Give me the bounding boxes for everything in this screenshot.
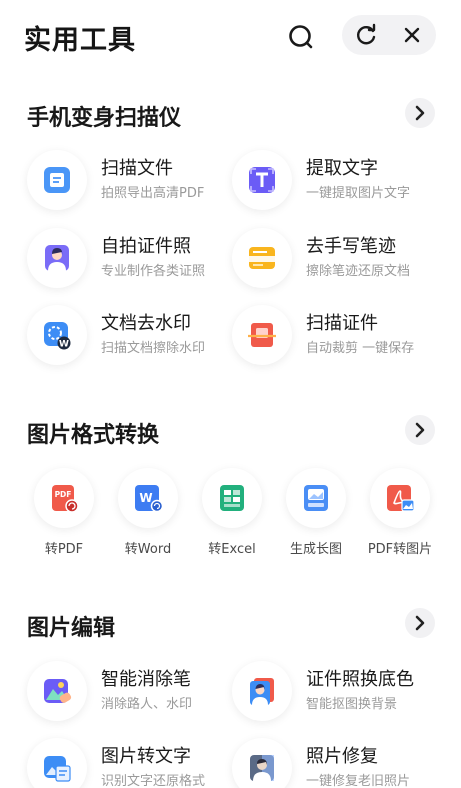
tool-id-photo[interactable]: 自拍证件照 专业制作各类证照: [27, 228, 232, 292]
section-scan-header: 手机变身扫描仪: [0, 94, 461, 134]
tool-desc: 识别文字还原格式: [101, 774, 206, 788]
section-title: 图片格式转换: [27, 423, 160, 448]
tool-background-change[interactable]: 证件照换底色 智能抠图换背景: [232, 661, 437, 725]
tool-name: 提取文字: [306, 158, 378, 179]
excel-icon: [220, 485, 244, 511]
tool-desc: 扫描文档擦除水印: [101, 341, 206, 356]
tool-desc: 一键提取图片文字: [306, 186, 411, 201]
tool-name: 自拍证件照: [101, 236, 191, 257]
refresh-button[interactable]: [344, 15, 390, 55]
id-photo-icon: [45, 245, 69, 271]
refresh-icon: [357, 23, 376, 45]
long-image-icon: [304, 485, 328, 511]
section-edit-header: 图片编辑: [0, 604, 461, 644]
tool-name: 证件照换底色: [306, 669, 414, 690]
section-convert-header: 图片格式转换: [0, 411, 461, 451]
page-title: 实用工具: [24, 25, 136, 56]
mini-program-capsule: [342, 15, 436, 55]
chevron-right-icon: [415, 105, 425, 121]
tool-name: 文档去水印: [101, 313, 191, 334]
tool-name: 扫描文件: [101, 158, 173, 179]
close-icon: [404, 27, 420, 43]
tool-scan-file[interactable]: 扫描文件 拍照导出高清PDF: [27, 150, 232, 214]
tool-text-extract[interactable]: 提取文字 一键提取图片文字: [232, 150, 437, 214]
convert-to-word[interactable]: W 转Word: [108, 468, 188, 568]
svg-text:W: W: [139, 491, 152, 505]
watermark-remove-icon: W: [44, 322, 71, 350]
smart-eraser-icon: [44, 679, 72, 703]
convert-to-excel[interactable]: 转Excel: [192, 468, 272, 568]
convert-label: PDF转图片: [367, 542, 433, 557]
tool-name: 照片修复: [306, 746, 378, 767]
tool-watermark-remove[interactable]: W 文档去水印 扫描文档擦除水印: [27, 305, 232, 369]
photo-restore-icon: [250, 755, 274, 781]
pdf-to-image-icon: [387, 485, 415, 512]
chevron-right-icon: [415, 422, 425, 438]
tool-scan-id[interactable]: 扫描证件 自动裁剪 一键保存: [232, 305, 437, 369]
convert-to-pdf[interactable]: PDF 转PDF: [24, 468, 104, 568]
svg-text:W: W: [59, 340, 69, 350]
section-more-button[interactable]: [405, 608, 435, 638]
scan-id-icon: [248, 323, 276, 347]
section-title: 手机变身扫描仪: [27, 106, 182, 131]
search-icon: [289, 25, 313, 49]
image-to-text-icon: [44, 756, 71, 782]
section-title: 图片编辑: [27, 616, 116, 641]
tool-name: 图片转文字: [101, 746, 191, 767]
word-icon: W: [135, 485, 163, 513]
tool-image-to-text[interactable]: 图片转文字 识别文字还原格式: [27, 738, 232, 788]
text-extract-icon: [249, 167, 275, 193]
tool-desc: 一键修复老旧照片: [306, 774, 411, 788]
section-more-button[interactable]: [405, 98, 435, 128]
tool-desc: 消除路人、水印: [101, 697, 193, 712]
tool-name: 智能消除笔: [101, 669, 191, 690]
tool-desc: 专业制作各类证照: [101, 264, 206, 279]
background-change-icon: [250, 678, 274, 705]
tool-smart-eraser[interactable]: 智能消除笔 消除路人、水印: [27, 661, 232, 725]
handwriting-remove-icon: [249, 247, 275, 269]
search-button[interactable]: [284, 20, 318, 54]
section-more-button[interactable]: [405, 415, 435, 445]
tool-desc: 拍照导出高清PDF: [101, 186, 205, 201]
chevron-right-icon: [415, 615, 425, 631]
tool-desc: 智能抠图换背景: [306, 697, 398, 712]
pdf-icon: PDF: [52, 485, 79, 513]
tool-name: 扫描证件: [306, 313, 378, 334]
tool-handwriting-remove[interactable]: 去手写笔迹 擦除笔迹还原文档: [232, 228, 437, 292]
tool-desc: 擦除笔迹还原文档: [306, 264, 411, 279]
svg-text:PDF: PDF: [55, 490, 72, 499]
top-bar: 实用工具: [0, 0, 461, 72]
pdf-to-image[interactable]: PDF转图片: [360, 468, 440, 568]
generate-long-image[interactable]: 生成长图: [276, 468, 356, 568]
close-button[interactable]: [388, 15, 434, 55]
scan-file-icon: [44, 167, 70, 193]
tool-name: 去手写笔迹: [306, 236, 396, 257]
tool-desc: 自动裁剪 一键保存: [306, 341, 415, 356]
tool-photo-restore[interactable]: 照片修复 一键修复老旧照片: [232, 738, 437, 788]
